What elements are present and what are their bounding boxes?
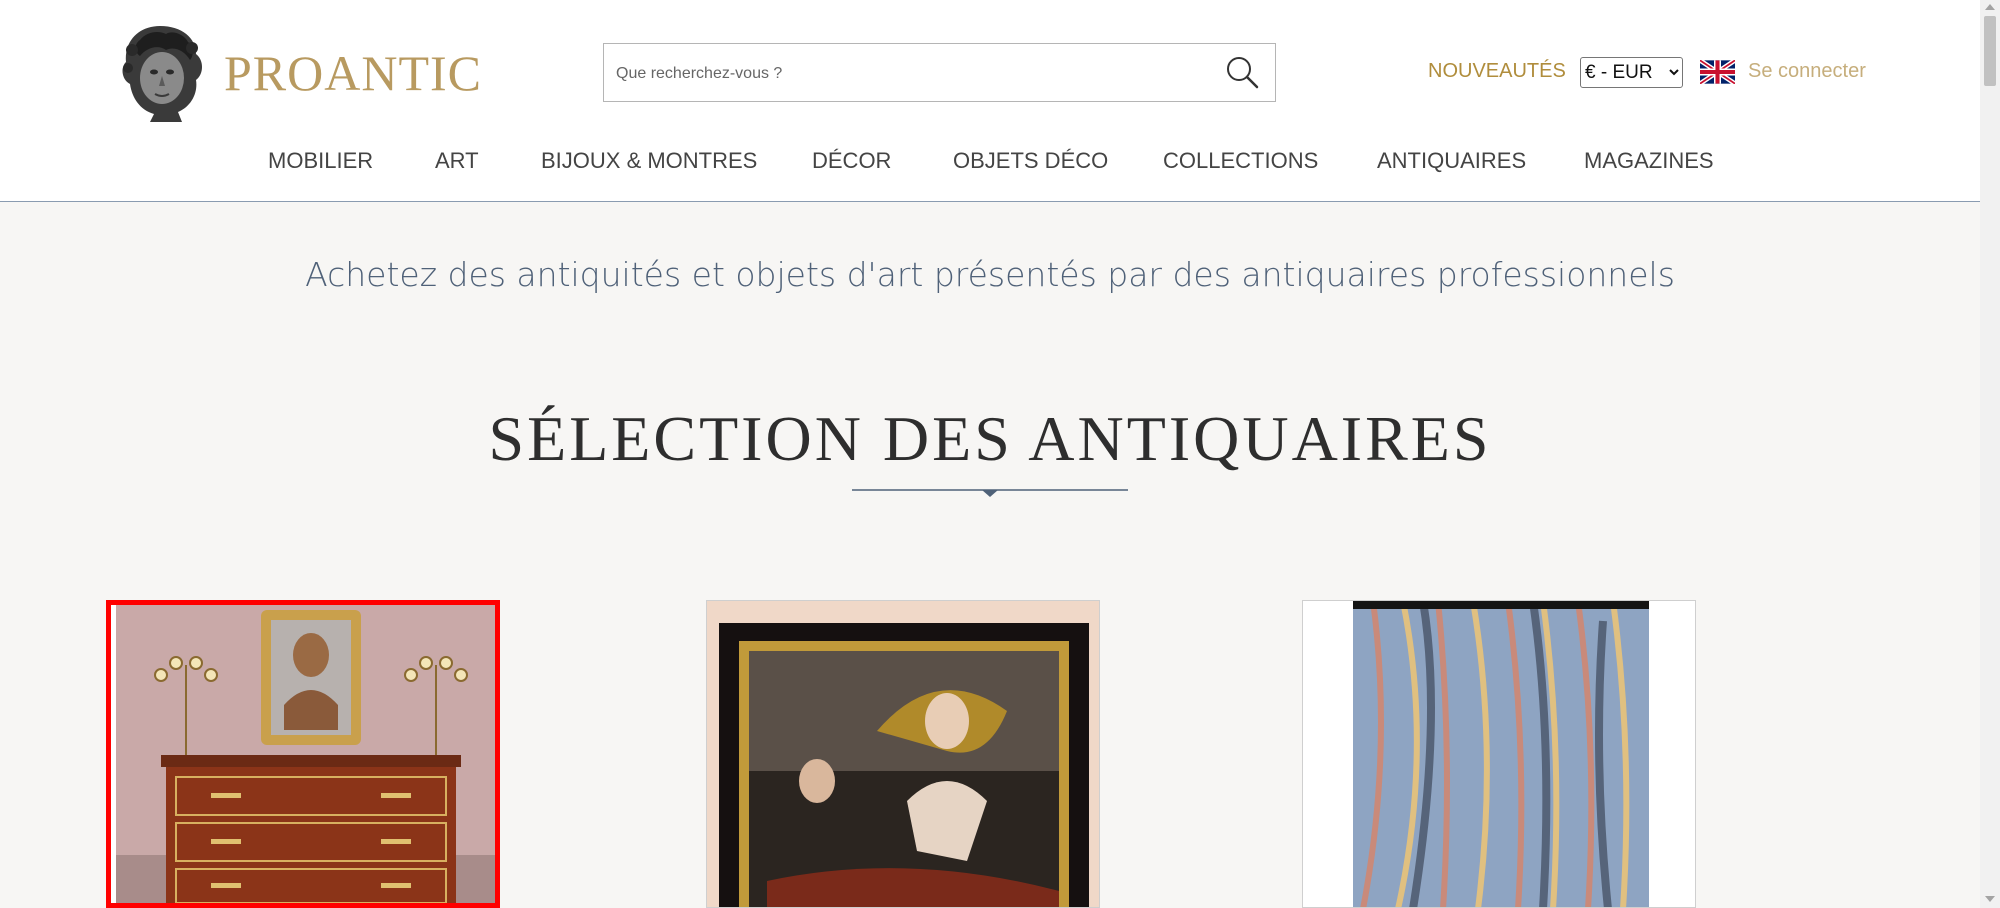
logo-text[interactable]: PROANTIC <box>224 44 482 102</box>
section-title: SÉLECTION DES ANTIQUAIRES <box>488 403 1492 474</box>
currency-select[interactable]: € - EUR <box>1580 57 1683 88</box>
product-card[interactable] <box>1302 600 1696 908</box>
search-icon[interactable] <box>1224 54 1260 90</box>
title-divider <box>852 489 1128 497</box>
nav-item-magazines[interactable]: MAGAZINES <box>1584 148 1714 174</box>
nav-item-decor[interactable]: DÉCOR <box>812 148 891 174</box>
commode-with-bust-and-candelabra-image <box>116 605 495 903</box>
product-card[interactable] <box>106 600 500 908</box>
nav-item-collections[interactable]: COLLECTIONS <box>1163 148 1318 174</box>
product-card[interactable] <box>706 600 1100 908</box>
tagline: Achetez des antiquités et objets d'art p… <box>305 255 1675 294</box>
striped-silk-fabric-image <box>1303 601 1695 907</box>
main-nav: MOBILIER ART BIJOUX & MONTRES DÉCOR OBJE… <box>0 148 1980 180</box>
nouveautes-link[interactable]: NOUVEAUTÉS <box>1428 60 1566 83</box>
page-scrollbar[interactable] <box>1980 0 2000 908</box>
nav-item-objets-deco[interactable]: OBJETS DÉCO <box>953 148 1108 174</box>
search-input[interactable] <box>614 54 1198 93</box>
framed-mythological-painting-image <box>707 601 1099 907</box>
uk-flag-icon[interactable] <box>1700 60 1735 84</box>
search-box <box>603 43 1276 102</box>
scroll-up-arrow[interactable] <box>1985 4 1995 10</box>
nav-item-mobilier[interactable]: MOBILIER <box>268 148 373 174</box>
nav-item-bijoux-montres[interactable]: BIJOUX & MONTRES <box>541 148 757 174</box>
logo-bust-icon[interactable] <box>110 20 210 122</box>
nav-item-art[interactable]: ART <box>435 148 479 174</box>
nav-item-antiquaires[interactable]: ANTIQUAIRES <box>1377 148 1526 174</box>
scroll-down-arrow[interactable] <box>1985 896 1995 902</box>
site-header: PROANTIC NOUVEAUTÉS € - EUR Se connecter… <box>0 0 1980 202</box>
scrollbar-thumb[interactable] <box>1984 16 1996 86</box>
login-link[interactable]: Se connecter <box>1748 60 1866 83</box>
